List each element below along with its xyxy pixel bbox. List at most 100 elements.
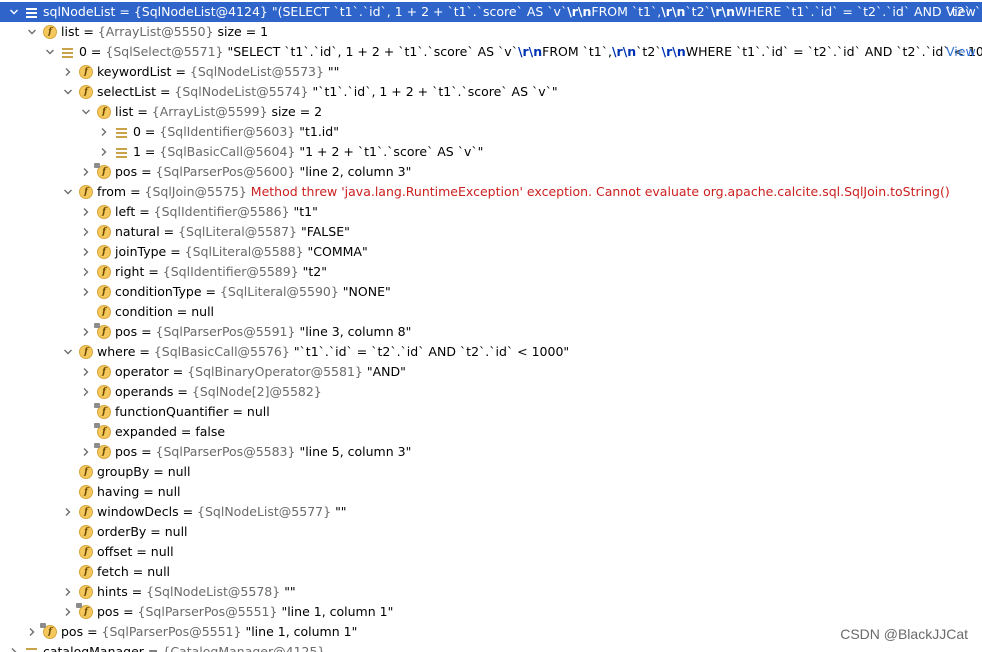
field-icon: f: [79, 465, 93, 479]
tree-row-orderBy[interactable]: f orderBy = null: [0, 522, 982, 542]
chevron-right-icon[interactable]: [98, 142, 110, 162]
variable-value: "1 + 2 + `t1`.`score` AS `v`": [299, 144, 484, 159]
variable-name: orderBy: [97, 524, 147, 539]
tree-row-windowDecls[interactable]: f windowDecls = {SqlNodeList@5577} "": [0, 502, 982, 522]
tree-row-functionQuantifier[interactable]: f functionQuantifier = null: [0, 402, 982, 422]
chevron-right-icon[interactable]: [80, 222, 92, 242]
tree-row-offset[interactable]: f offset = null: [0, 542, 982, 562]
object-ref: {SqlNodeList@5577}: [197, 504, 332, 519]
field-icon: f: [79, 185, 93, 199]
chevron-right-icon[interactable]: [62, 62, 74, 82]
tree-row-label: right = {SqlIdentifier@5589} "t2": [115, 264, 328, 279]
chevron-right-icon[interactable]: [80, 382, 92, 402]
tree-row-expanded[interactable]: f expanded = false: [0, 422, 982, 442]
chevron-right-icon[interactable]: [98, 122, 110, 142]
tree-row-keywordList[interactable]: f keywordList = {SqlNodeList@5573} "": [0, 62, 982, 82]
tree-row-pos[interactable]: f pos = {SqlParserPos@5551} "line 1, colu…: [0, 622, 982, 642]
tree-row-joinType[interactable]: f joinType = {SqlLiteral@5588} "COMMA": [0, 242, 982, 262]
chevron-down-icon[interactable]: [8, 2, 20, 22]
locked-field-icon: f: [94, 403, 111, 419]
object-ref: {SqlNodeList@5578}: [146, 584, 281, 599]
tree-row-1[interactable]: 1 = {SqlBasicCall@5604} "1 + 2 + `t1`.`s…: [0, 142, 982, 162]
tree-row-groupBy[interactable]: f groupBy = null: [0, 462, 982, 482]
chevron-right-icon[interactable]: [80, 162, 92, 182]
tree-row-label: natural = {SqlLiteral@5587} "FALSE": [115, 224, 350, 239]
chevron-right-icon[interactable]: [80, 242, 92, 262]
tree-row-pos[interactable]: f pos = {SqlParserPos@5583} "line 5, colu…: [0, 442, 982, 462]
variable-name: from: [97, 184, 127, 199]
variable-value: "line 1, column 1": [245, 624, 358, 639]
chevron-down-icon[interactable]: [62, 342, 74, 362]
chevron-down-icon[interactable]: [62, 182, 74, 202]
tree-row-selectList[interactable]: f selectList = {SqlNodeList@5574} "`t1`.`…: [0, 82, 982, 102]
variables-tree: sqlNodeList = {SqlNodeList@4124} "(SELEC…: [0, 0, 982, 652]
tree-row-pos[interactable]: f pos = {SqlParserPos@5600} "line 2, colu…: [0, 162, 982, 182]
tree-row-having[interactable]: f having = null: [0, 482, 982, 502]
chevron-right-icon[interactable]: [80, 362, 92, 382]
tree-row-label: pos = {SqlParserPos@5551} "line 1, colum…: [97, 604, 394, 619]
tree-row-sqlNodeList[interactable]: sqlNodeList = {SqlNodeList@4124} "(SELEC…: [0, 2, 982, 22]
chevron-down-icon[interactable]: [62, 82, 74, 102]
tree-row-right[interactable]: f right = {SqlIdentifier@5589} "t2": [0, 262, 982, 282]
list-icon: [25, 5, 39, 19]
tree-row-label: having = null: [97, 484, 181, 499]
tree-row-label: where = {SqlBasicCall@5576} "`t1`.`id` =…: [97, 344, 570, 359]
variable-name: pos: [61, 624, 84, 639]
variable-name: list: [115, 104, 134, 119]
view-link[interactable]: View: [946, 42, 976, 62]
tree-row-pos[interactable]: f pos = {SqlParserPos@5591} "line 3, colu…: [0, 322, 982, 342]
chevron-down-icon[interactable]: [44, 42, 56, 62]
tree-row-label: 1 = {SqlBasicCall@5604} "1 + 2 + `t1`.`s…: [133, 144, 484, 159]
tree-row-natural[interactable]: f natural = {SqlLiteral@5587} "FALSE": [0, 222, 982, 242]
tree-row-pos[interactable]: f pos = {SqlParserPos@5551} "line 1, colu…: [0, 602, 982, 622]
tree-row-label: selectList = {SqlNodeList@5574} "`t1`.`i…: [97, 84, 558, 99]
variable-value: null: [164, 524, 188, 539]
tree-row-left[interactable]: f left = {SqlIdentifier@5586} "t1": [0, 202, 982, 222]
chevron-right-icon[interactable]: [26, 622, 38, 642]
chevron-right-icon[interactable]: [62, 502, 74, 522]
chevron-right-icon[interactable]: [80, 282, 92, 302]
tree-row-0[interactable]: 0 = {SqlIdentifier@5603} "t1.id": [0, 122, 982, 142]
csdn-watermark: CSDN @BlackJJCat: [840, 626, 968, 642]
variable-name: 1: [133, 144, 141, 159]
variable-value: "line 5, column 3": [299, 444, 412, 459]
tree-row-from[interactable]: f from = {SqlJoin@5575} Method threw 'jav…: [0, 182, 982, 202]
variable-value: size = 1: [217, 24, 269, 39]
tree-row-condition[interactable]: f condition = null: [0, 302, 982, 322]
tree-row-list[interactable]: f list = {ArrayList@5550} size = 1: [0, 22, 982, 42]
variable-name: pos: [115, 444, 138, 459]
chevron-right-icon[interactable]: [80, 322, 92, 342]
chevron-right-icon[interactable]: [80, 262, 92, 282]
variable-value: "(SELECT `t1`.`id`, 1 + 2 + `t1`.`score`…: [271, 4, 982, 19]
error-message: Method threw 'java.lang.RuntimeException…: [250, 184, 950, 199]
object-ref: {SqlNode[2]@5582}: [191, 384, 322, 399]
chevron-right-icon[interactable]: [62, 582, 74, 602]
tree-row-catalogManager[interactable]: catalogManager = {CatalogManager@4125}: [0, 642, 982, 652]
tree-row-hints[interactable]: f hints = {SqlNodeList@5578} "": [0, 582, 982, 602]
variable-value: "NONE": [342, 284, 391, 299]
tree-row-list[interactable]: f list = {ArrayList@5599} size = 2: [0, 102, 982, 122]
variable-name: where: [97, 344, 136, 359]
chevron-right-icon[interactable]: [80, 202, 92, 222]
object-ref: {SqlNodeList@5574}: [174, 84, 309, 99]
object-ref: {SqlLiteral@5587}: [178, 224, 297, 239]
tree-row-conditionType[interactable]: f conditionType = {SqlLiteral@5590} "NONE…: [0, 282, 982, 302]
object-ref: {SqlParserPos@5551}: [101, 624, 242, 639]
view-link[interactable]: View: [946, 2, 976, 22]
variable-name: left: [115, 204, 136, 219]
chevron-right-icon[interactable]: [8, 642, 20, 652]
chevron-right-icon[interactable]: [80, 442, 92, 462]
chevron-down-icon[interactable]: [26, 22, 38, 42]
tree-row-where[interactable]: f where = {SqlBasicCall@5576} "`t1`.`id` …: [0, 342, 982, 362]
tree-row-label: list = {ArrayList@5550} size = 1: [61, 24, 269, 39]
field-icon: f: [97, 285, 111, 299]
tree-row-operands[interactable]: f operands = {SqlNode[2]@5582}: [0, 382, 982, 402]
variable-name: operands: [115, 384, 174, 399]
tree-row-operator[interactable]: f operator = {SqlBinaryOperator@5581} "AN…: [0, 362, 982, 382]
chevron-right-icon[interactable]: [62, 602, 74, 622]
tree-row-fetch[interactable]: f fetch = null: [0, 562, 982, 582]
tree-row-0[interactable]: 0 = {SqlSelect@5571} "SELECT `t1`.`id`, …: [0, 42, 982, 62]
variable-name: pos: [97, 604, 120, 619]
chevron-down-icon[interactable]: [80, 102, 92, 122]
tree-row-label: operands = {SqlNode[2]@5582}: [115, 384, 322, 399]
